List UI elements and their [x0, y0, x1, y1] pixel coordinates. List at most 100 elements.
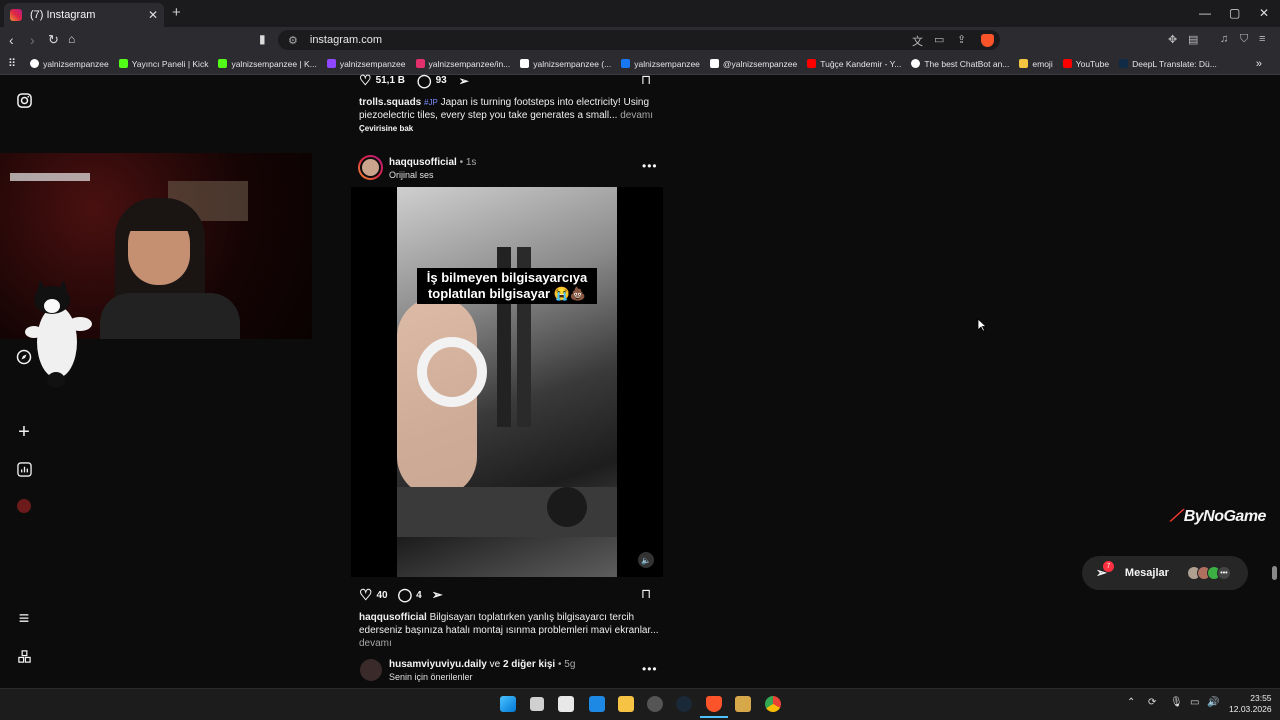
bynogame-watermark: ⟋ ByNoGame	[1170, 508, 1266, 526]
post-more-link[interactable]: devamı	[359, 638, 392, 649]
tab-instagram[interactable]: (7) Instagram ✕	[4, 3, 164, 27]
mouse-cursor	[977, 318, 987, 332]
post-video[interactable]: İş bilmeyen bilgisayarcıya toplatılan bi…	[351, 187, 663, 577]
bookmark-label: The best ChatBot an...	[924, 58, 1010, 69]
instagram-logo-icon[interactable]	[15, 91, 33, 109]
bookmark-item[interactable]: Yayıncı Paneli | Kick	[118, 59, 208, 69]
brave-icon[interactable]	[706, 696, 722, 712]
close-window-icon[interactable]: ✕	[1259, 6, 1269, 20]
next-others[interactable]: 2 diğer kişi	[503, 659, 555, 670]
bookmark-item[interactable]: The best ChatBot an...	[911, 59, 1009, 69]
site-settings-icon[interactable]: ⚙	[288, 34, 298, 47]
more-menu-icon[interactable]: ≡	[15, 608, 33, 628]
cast-icon[interactable]: ▭	[934, 33, 944, 46]
new-tab-button[interactable]: +	[172, 4, 181, 21]
save-icon[interactable]: ⊓	[641, 72, 651, 88]
like-icon[interactable]: ♡	[359, 586, 372, 604]
tiktok-icon	[520, 59, 530, 68]
obs-icon[interactable]	[647, 696, 663, 712]
bookmark-item[interactable]: yalnizsempanzee	[621, 59, 700, 69]
bookmark-item[interactable]: YouTube	[1062, 58, 1110, 69]
media-icon[interactable]: ♫	[1220, 33, 1228, 45]
save-icon[interactable]: ⊓	[641, 586, 651, 602]
next-post-header: husamviyuviyu.daily ve 2 diğer kişi • 5g	[389, 659, 576, 670]
snipping-tool-icon[interactable]	[558, 696, 574, 712]
share-post-icon[interactable]: ➢	[459, 74, 469, 88]
post-username[interactable]: haqqusofficial	[389, 157, 457, 168]
dashboard-icon[interactable]	[15, 460, 33, 478]
brave-shields-icon[interactable]	[981, 34, 994, 47]
apps-grid-icon[interactable]: ⠿	[8, 57, 16, 70]
prev-hashtag[interactable]: #JP	[424, 98, 438, 107]
mute-icon[interactable]: 🔈	[638, 552, 654, 568]
extensions-icon[interactable]: ✥	[1168, 33, 1177, 46]
address-bar[interactable]: ⚙ instagram.com	[278, 30, 1000, 50]
file-explorer-icon[interactable]	[618, 696, 634, 712]
home-icon[interactable]: ⌂	[68, 32, 75, 46]
post-options-icon[interactable]: •••	[642, 159, 658, 173]
prev-username[interactable]: trolls.squads	[359, 97, 421, 108]
tray-chevron-icon[interactable]: ⌃	[1127, 697, 1135, 708]
share-icon[interactable]: ⇪	[957, 33, 966, 46]
create-icon[interactable]: +	[15, 421, 33, 443]
volume-icon[interactable]: 🔊	[1207, 697, 1219, 708]
profile-avatar[interactable]	[17, 499, 31, 513]
sync-icon[interactable]: ⟳	[1148, 697, 1156, 708]
comment-icon[interactable]: ◯	[398, 587, 413, 603]
also-from-meta-icon[interactable]	[15, 647, 33, 665]
next-username[interactable]: husamviyuviyu.daily	[389, 659, 487, 670]
restore-icon[interactable]: ▢	[1229, 6, 1240, 20]
bookmark-item[interactable]: emoji	[1019, 59, 1053, 69]
reload-icon[interactable]: ↻	[48, 32, 59, 48]
vpn-icon[interactable]: ⛉	[1240, 33, 1248, 46]
bookmark-item[interactable]: yalnizsempanzee/in...	[415, 59, 510, 69]
steam-icon[interactable]	[676, 696, 692, 712]
emoji-icon	[1019, 59, 1029, 68]
system-clock[interactable]: 23:55 12.03.2026	[1229, 693, 1272, 715]
task-view-icon[interactable]	[530, 697, 544, 711]
bookmarks-overflow-icon[interactable]: »	[1256, 58, 1262, 70]
close-tab-icon[interactable]: ✕	[148, 8, 158, 22]
post-comments: 4	[416, 589, 422, 601]
start-icon[interactable]	[500, 696, 516, 712]
bookmark-item[interactable]: yalnizsempanzee	[326, 59, 406, 69]
post-caption: haqqusofficial Bilgisayarı toplatırken y…	[359, 611, 659, 650]
youtube-icon	[1062, 59, 1072, 68]
media-player-icon[interactable]	[735, 696, 751, 712]
share-post-icon[interactable]: ➢	[432, 587, 443, 603]
photos-icon[interactable]	[589, 696, 605, 712]
back-icon[interactable]: ‹	[9, 32, 14, 48]
post-avatar[interactable]	[358, 155, 383, 180]
comment-icon[interactable]: ◯	[417, 73, 432, 89]
caption-username[interactable]: haqqusofficial	[359, 612, 427, 623]
minimize-icon[interactable]: —	[1199, 6, 1211, 20]
like-icon[interactable]: ♡	[359, 72, 372, 89]
menu-icon[interactable]: ≡	[1259, 33, 1265, 45]
bookmark-item[interactable]: yalnizsempanzee | K...	[218, 58, 317, 69]
next-and: ve	[489, 659, 501, 670]
bookmark-label: DeepL Translate: Dü...	[1132, 58, 1217, 69]
bookmark-item[interactable]: @yalnizsempanzee	[709, 59, 797, 69]
next-post-options-icon[interactable]: •••	[642, 662, 658, 676]
forward-icon[interactable]: ›	[30, 32, 35, 48]
chrome-icon[interactable]	[765, 696, 781, 712]
bookmark-item[interactable]: DeepL Translate: Dü...	[1119, 59, 1217, 69]
translate-icon[interactable]: 文	[912, 33, 923, 49]
bookmark-label: yalnizsempanzee | K...	[231, 58, 317, 69]
network-icon[interactable]: ▭	[1190, 697, 1199, 708]
bookmark-item[interactable]: yalnizsempanzee	[30, 59, 109, 69]
next-post-avatar[interactable]	[360, 659, 382, 681]
bookmark-label: YouTube	[1075, 58, 1110, 69]
bookmark-page-icon[interactable]: ▮	[259, 32, 266, 46]
bookmark-item[interactable]: yalnizsempanzee (...	[520, 59, 611, 69]
browser-titlebar	[0, 0, 1280, 27]
prev-caption: trolls.squads #JP Japan is turning foots…	[359, 96, 659, 122]
microphone-icon[interactable]: 🎙	[1170, 697, 1183, 708]
bookmark-item[interactable]: Tuğçe Kandemir - Y...	[807, 59, 901, 69]
translate-link[interactable]: Çevirisine bak	[359, 124, 413, 133]
youtube-icon	[807, 59, 817, 68]
prev-more-link[interactable]: devamı	[620, 110, 653, 121]
sidebar-icon[interactable]: ▤	[1188, 33, 1198, 46]
scrollbar-thumb[interactable]	[1272, 566, 1277, 580]
post-audio[interactable]: Orijinal ses	[389, 170, 434, 180]
